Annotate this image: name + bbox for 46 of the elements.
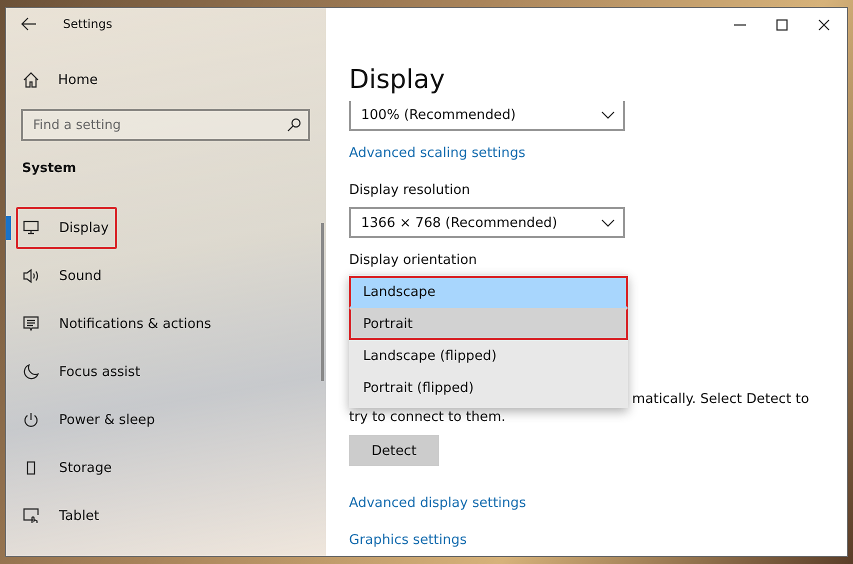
sidebar-item[interactable]: Storage [6, 444, 326, 492]
chevron-down-icon [601, 218, 615, 226]
section-heading: System [22, 161, 78, 176]
field-label: Display resolution [349, 182, 472, 198]
search-field[interactable]: Find a setting [21, 109, 310, 141]
search-icon [287, 118, 301, 132]
sidebar-item-label: Tablet [59, 508, 100, 524]
dropdown[interactable]: 100% (Recommended) [349, 101, 625, 131]
sidebar-item-label: Notifications & actions [59, 316, 212, 332]
link[interactable]: Advanced scaling settings [349, 145, 847, 161]
home-icon [23, 72, 39, 88]
sidebar-item-label: Sound [59, 268, 102, 284]
window-title: Settings [63, 17, 112, 31]
maximize-icon [776, 19, 788, 31]
sidebar-item[interactable]: Power & sleep [6, 396, 326, 444]
home-label: Home [58, 72, 98, 88]
speaker-icon [23, 268, 39, 284]
sidebar-item[interactable]: Tablet [6, 492, 326, 540]
scrollbar-thumb[interactable] [321, 223, 324, 381]
detect-button[interactable]: Detect [349, 435, 439, 466]
field-label: Display orientation [349, 252, 478, 268]
close-icon [818, 19, 830, 31]
message-icon [23, 316, 39, 332]
link[interactable]: Graphics settings [349, 532, 847, 548]
sidebar-item-label: Display [59, 220, 109, 236]
power-icon [23, 412, 39, 428]
sidebar-item[interactable]: Focus assist [6, 348, 326, 396]
dropdown-option[interactable]: Portrait [349, 308, 628, 340]
chevron-down-icon [601, 111, 615, 119]
moon-icon [23, 364, 39, 380]
sidebar-item-label: Focus assist [59, 364, 140, 380]
sidebar-item[interactable]: Sound [6, 252, 326, 300]
monitor-icon [23, 220, 39, 236]
link[interactable]: Advanced display settings [349, 495, 847, 511]
dropdown-option[interactable]: Landscape (flipped) [349, 340, 628, 372]
sidebar-item[interactable]: Notifications & actions [6, 300, 326, 348]
page-title: Display [349, 65, 446, 97]
dropdown-option[interactable]: Landscape [349, 276, 628, 308]
sidebar-item-label: Power & sleep [59, 412, 155, 428]
back-button[interactable] [21, 17, 37, 31]
back-arrow-icon [21, 17, 37, 31]
dropdown[interactable]: 1366 × 768 (Recommended) [349, 207, 625, 238]
tablet-icon [23, 508, 39, 524]
home-item[interactable]: Home [6, 56, 326, 104]
sidebar-item[interactable]: Display [6, 204, 326, 252]
sidebar-item-label: Storage [59, 460, 112, 476]
